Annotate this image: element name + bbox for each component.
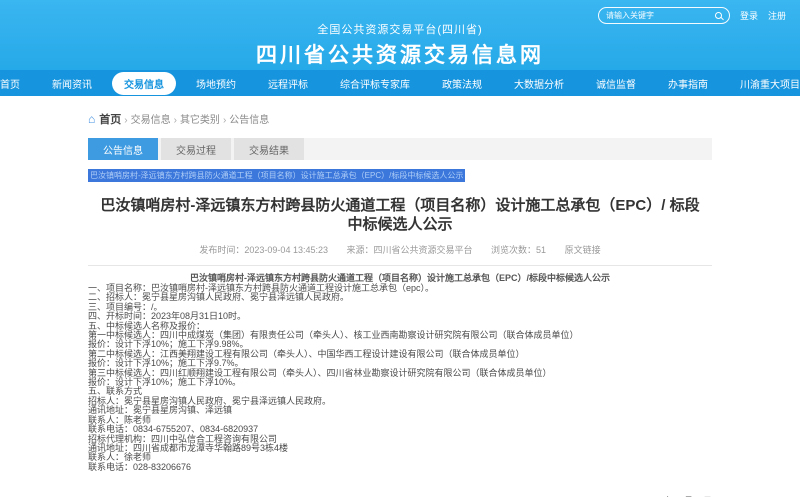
view-count: 浏览次数：51 [491, 245, 546, 255]
breadcrumb-item[interactable]: 交易信息 [124, 111, 170, 127]
article-meta: 发布时间：2023-09-04 13:45:23 来源：四川省公共资源交易平台 … [88, 243, 712, 266]
tab-bar: 公告信息交易过程交易结果 [88, 138, 712, 160]
body-line: 报价：设计下浮10%；施工下浮10%。 [88, 378, 712, 387]
site-header: 登录 注册 全国公共资源交易平台(四川省) 四川省公共资源交易信息网 [0, 0, 800, 70]
breadcrumb-item[interactable]: 首页 [99, 111, 121, 127]
origin-link[interactable]: 原文链接 [565, 245, 601, 255]
breadcrumb-item[interactable]: 其它类别 [174, 111, 220, 127]
body-line: 通讯地址：四川省成都市龙潭寺华翰路89号3栋4楼 [88, 444, 712, 453]
tab[interactable]: 交易结果 [234, 138, 304, 160]
register-link[interactable]: 注册 [768, 9, 786, 22]
nav-item[interactable]: 大数据分析 [502, 72, 576, 95]
nav-item[interactable]: 综合评标专家库 [328, 72, 422, 95]
site-title: 四川省公共资源交易信息网 [0, 39, 800, 69]
selected-title-text[interactable]: 巴汝镇哨房村-泽远镇东方村跨县防火通道工程（项目名称）设计施工总承包（EPC）/… [88, 169, 465, 182]
page-title: 巴汝镇哨房村-泽远镇东方村跨县防火通道工程（项目名称）设计施工总承包（EPC）/… [88, 196, 712, 234]
main-nav: 首页新闻资讯交易信息场地预约远程评标综合评标专家库政策法规大数据分析诚信监督办事… [0, 70, 800, 96]
search-box[interactable] [598, 7, 730, 24]
nav-item[interactable]: 新闻资讯 [40, 72, 104, 95]
nav-item[interactable]: 首页 [0, 72, 32, 95]
nav-item[interactable]: 场地预约 [184, 72, 248, 95]
body-line: 联系电话：028-83206676 [88, 463, 712, 472]
breadcrumb-item[interactable]: 公告信息 [223, 111, 269, 127]
body-line: 通讯地址：冕宁县星房沟镇、泽远镇 [88, 406, 712, 415]
login-link[interactable]: 登录 [740, 9, 758, 22]
publish-time: 发布时间：2023-09-04 13:45:23 [199, 245, 328, 255]
tab[interactable]: 交易过程 [161, 138, 231, 160]
nav-item[interactable]: 远程评标 [256, 72, 320, 95]
search-icon[interactable] [715, 12, 722, 19]
breadcrumb: ⌂ 首页交易信息其它类别公告信息 [88, 111, 712, 127]
nav-item[interactable]: 办事指南 [656, 72, 720, 95]
content-container: ⌂ 首页交易信息其它类别公告信息 公告信息交易过程交易结果 巴汝镇哨房村-泽远镇… [88, 111, 712, 497]
home-icon: ⌂ [88, 114, 95, 124]
nav-item[interactable]: 交易信息 [112, 72, 176, 95]
search-input[interactable] [606, 11, 715, 20]
nav-item[interactable]: 川渝重大项目 [728, 72, 800, 95]
article-body: 巴汝镇哨房村-泽远镇东方村跨县防火通道工程（项目名称）设计施工总承包（EPC）/… [88, 273, 712, 497]
tab[interactable]: 公告信息 [88, 138, 158, 160]
nav-item[interactable]: 政策法规 [430, 72, 494, 95]
source: 来源：四川省公共资源交易平台 [347, 245, 473, 255]
body-lines: 一、项目名称：巴汝镇哨房村-泽远镇东方村跨县防火通道工程设计施工总承包（epc）… [88, 284, 712, 472]
breadcrumb-items: 首页交易信息其它类别公告信息 [99, 111, 272, 127]
nav-item[interactable]: 诚信监督 [584, 72, 648, 95]
body-line: 二、招标人：冕宁县星房沟镇人民政府、冕宁县泽远镇人民政府。 [88, 293, 712, 302]
header-top-bar: 登录 注册 [598, 7, 786, 24]
